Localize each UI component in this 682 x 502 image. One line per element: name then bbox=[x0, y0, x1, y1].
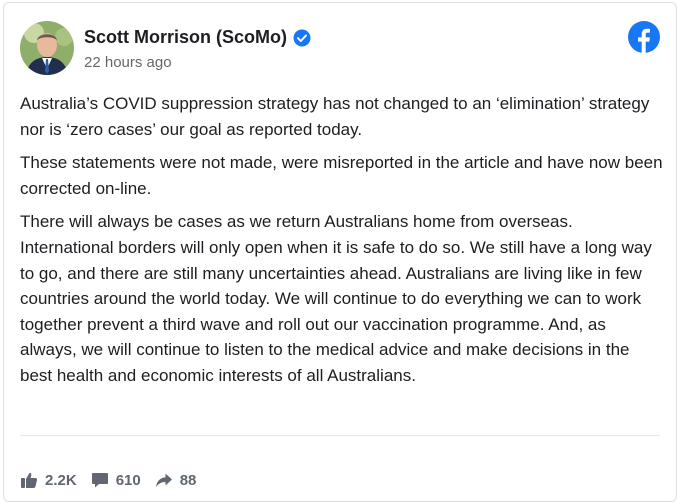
post-timestamp[interactable]: 22 hours ago bbox=[84, 54, 172, 71]
author-name-text[interactable]: Scott Morrison (ScoMo) bbox=[84, 27, 287, 48]
comments-stat[interactable]: 610 bbox=[91, 471, 141, 489]
post-body: Australia’s COVID suppression strategy h… bbox=[20, 91, 666, 397]
post-paragraph-2: These statements were not made, were mis… bbox=[20, 153, 663, 198]
shares-stat[interactable]: 88 bbox=[155, 471, 197, 489]
likes-count: 2.2K bbox=[45, 471, 77, 489]
share-icon bbox=[155, 473, 172, 487]
post-card: Scott Morrison (ScoMo) 22 hours ago Aust… bbox=[3, 2, 677, 502]
facebook-icon[interactable] bbox=[628, 21, 660, 53]
verified-badge-icon bbox=[293, 29, 311, 47]
post-paragraph-1: Australia’s COVID suppression strategy h… bbox=[20, 94, 650, 139]
divider bbox=[20, 435, 660, 436]
shares-count: 88 bbox=[179, 471, 197, 489]
comment-icon bbox=[91, 473, 108, 488]
avatar[interactable] bbox=[20, 21, 74, 75]
engagement-stats: 2.2K 610 88 bbox=[20, 471, 196, 489]
post-paragraph-3: There will always be cases as we return … bbox=[20, 212, 652, 385]
author-name[interactable]: Scott Morrison (ScoMo) bbox=[84, 27, 311, 48]
thumbs-up-icon bbox=[21, 472, 38, 488]
comments-count: 610 bbox=[115, 471, 141, 489]
post-header: Scott Morrison (ScoMo) 22 hours ago bbox=[20, 21, 660, 77]
likes-stat[interactable]: 2.2K bbox=[20, 471, 77, 489]
